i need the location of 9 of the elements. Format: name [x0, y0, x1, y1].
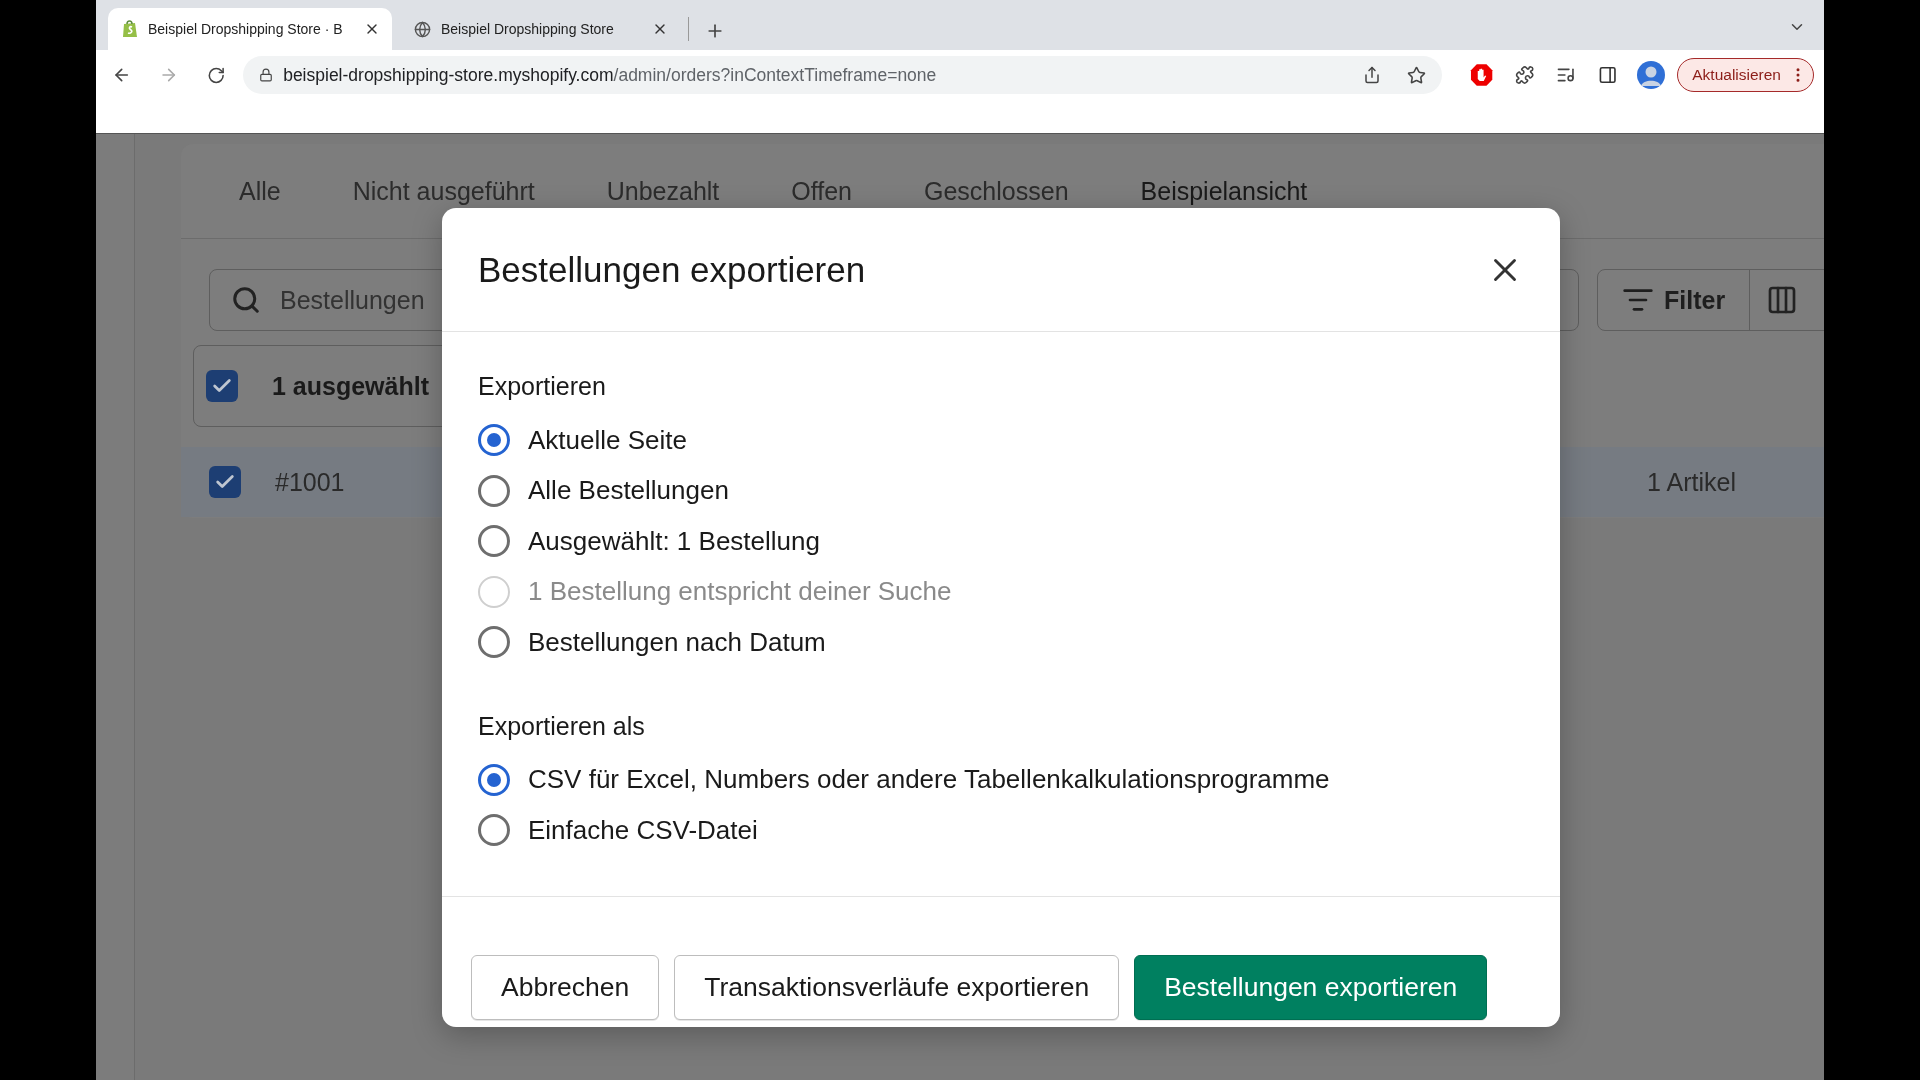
dialog-title: Bestellungen exportieren [478, 249, 866, 290]
tab-title: Beispiel Dropshipping Store [441, 21, 614, 37]
selection-count: 1 ausgewählt [272, 371, 429, 401]
section-heading: Exportieren als [478, 711, 646, 741]
section-heading: Exportieren [478, 372, 607, 401]
order-number: #1001 [275, 467, 345, 497]
item-count: 1 Artikel [1647, 467, 1736, 497]
url-text: beispiel-dropshipping-store.myshopify.com/admin/orders?inContextTimeframe=none [283, 64, 938, 86]
tab-title: Beispiel Dropshipping Store · B [148, 21, 343, 37]
